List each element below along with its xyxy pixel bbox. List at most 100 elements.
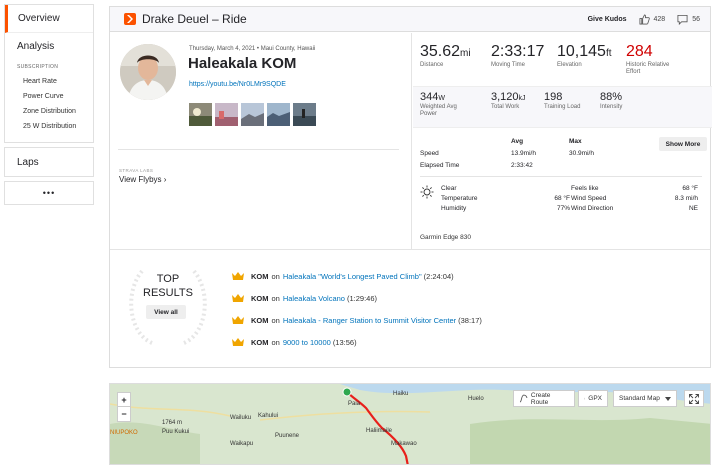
thumbs-up-icon[interactable] — [639, 14, 650, 25]
wind-speed-label: Wind Speed — [571, 195, 607, 202]
power-stats: 344W Weighted Avg Power 3,120kJ Total Wo… — [413, 86, 712, 128]
total-work-unit: kJ — [518, 95, 526, 102]
photo-thumbnail[interactable] — [241, 103, 264, 126]
strava-chevron-icon — [124, 13, 136, 25]
photo-thumbnail[interactable] — [215, 103, 238, 126]
expand-icon — [689, 393, 699, 404]
speed-time-table: Avg Max Speed 13.9mi/h 30.9mi/h Elapsed … — [420, 135, 700, 171]
athlete-photo — [120, 44, 176, 100]
sidebar-item-power-curve[interactable]: Power Curve — [5, 89, 93, 104]
on-text: on — [271, 315, 280, 325]
moving-time-value: 2:33:17 — [491, 43, 545, 60]
map-label: Haiku — [393, 391, 409, 397]
map-label: Puunene — [275, 433, 300, 439]
elapsed-time-value: 2:33:42 — [511, 161, 533, 169]
photo-thumbnail[interactable] — [189, 103, 212, 126]
map-label: Paia — [348, 401, 361, 407]
power-stats-row: 344W Weighted Avg Power 3,120kJ Total Wo… — [420, 91, 650, 118]
map-type-select[interactable]: Standard Map — [613, 390, 677, 407]
zoom-out-button[interactable]: − — [118, 407, 130, 421]
segment-link[interactable]: Haleakala "World's Longest Paved Climb" — [283, 272, 422, 281]
create-route-button[interactable]: Create Route — [513, 390, 575, 407]
photo-thumbnail[interactable] — [267, 103, 290, 126]
map-label: Kahului — [258, 413, 279, 419]
feels-like-label: Feels like — [571, 185, 599, 192]
fullscreen-button[interactable] — [684, 390, 704, 407]
stat-elevation: 10,145ft Elevation — [557, 43, 626, 76]
sidebar-item-zone-distribution[interactable]: Zone Distribution — [5, 104, 93, 119]
view-all-button[interactable]: View all — [146, 305, 186, 319]
table-header-row: Avg Max — [420, 135, 700, 147]
speed-label: Speed — [420, 149, 439, 157]
top-results-line2: RESULTS — [143, 287, 193, 299]
elapsed-time-label: Elapsed Time — [420, 161, 460, 169]
segment-link[interactable]: 9000 to 10000 — [283, 338, 331, 347]
chevron-down-icon — [664, 396, 671, 401]
segment-time: (13:56) — [332, 337, 357, 347]
activity-header: Drake Deuel – Ride Give Kudos 428 56 — [110, 7, 710, 32]
humidity-label: Humidity — [441, 205, 467, 212]
sidebar-item-heart-rate[interactable]: Heart Rate — [5, 74, 93, 89]
activity-date-location: Thursday, March 4, 2021 • Maui County, H… — [189, 46, 316, 52]
wind-speed-value: 8.3 mi/h — [674, 195, 698, 202]
weather-condition: Clear — [441, 185, 457, 192]
description-link[interactable]: https://youtu.be/Nr0LMr9SQDE — [189, 81, 286, 88]
segment-time: (38:17) — [458, 315, 482, 325]
strava-labs-label: STRAVA LABS — [119, 168, 154, 173]
total-work-value: 3,120 — [491, 91, 519, 103]
map-label: Haliimaile — [366, 428, 393, 434]
more-options-button[interactable]: ••• — [4, 181, 94, 205]
view-flybys-link[interactable]: View Flybys › — [119, 175, 166, 184]
stat-relative-effort[interactable]: 284 Historic Relative Effort — [626, 43, 686, 76]
relative-effort-value: 284 — [626, 43, 653, 60]
sun-icon — [420, 185, 434, 199]
crown-icon — [232, 316, 244, 324]
max-header: Max — [569, 137, 582, 145]
show-more-button[interactable]: Show More — [659, 137, 707, 151]
crown-icon — [232, 294, 244, 302]
list-item: KOM on Haleakala - Ranger Station to Sum… — [232, 309, 482, 331]
avatar[interactable] — [120, 44, 176, 100]
activity-title: Haleakala KOM — [188, 55, 297, 72]
table-row: Speed 13.9mi/h 30.9mi/h — [420, 147, 700, 159]
sidebar-item-overview[interactable]: Overview — [5, 5, 93, 33]
top-results-heading: TOP RESULTS — [122, 272, 214, 300]
subscription-heading: SUBSCRIPTION — [17, 64, 59, 70]
zoom-in-button[interactable]: + — [118, 393, 130, 407]
segment-link[interactable]: Haleakala - Ranger Station to Summit Vis… — [283, 316, 456, 325]
map-label: 1764 m — [162, 420, 183, 426]
gpx-download-button[interactable]: GPX — [578, 390, 608, 407]
download-icon — [584, 397, 586, 400]
photo-thumbnail[interactable] — [293, 103, 316, 126]
weighted-power-value: 344 — [420, 91, 439, 103]
wind-direction-label: Wind Direction — [571, 205, 614, 212]
kudos-count[interactable]: 428 — [654, 16, 666, 23]
table-row: Elapsed Time 2:33:42 — [420, 159, 700, 171]
section-divider — [420, 176, 702, 177]
segment-link[interactable]: Haleakala Volcano — [283, 294, 345, 303]
weighted-power-label: Weighted Avg Power — [420, 104, 457, 118]
route-icon — [519, 394, 528, 403]
sidebar-item-25w-distribution[interactable]: 25 W Distribution — [5, 119, 93, 134]
map-label: Puu Kukui — [162, 429, 190, 435]
crown-icon — [232, 338, 244, 346]
route-map[interactable]: + − Haiku Huelo Paia Wailuku Kahului Hal… — [109, 383, 711, 465]
activity-header-title: Drake Deuel – Ride — [142, 12, 247, 26]
sidebar-nav: Overview Analysis SUBSCRIPTION Heart Rat… — [4, 4, 94, 143]
stat-intensity: 88% Intensity — [600, 91, 650, 118]
map-label: NIUPOKO — [110, 430, 138, 436]
total-work-label: Total Work — [491, 104, 520, 110]
sidebar-item-analysis[interactable]: Analysis — [5, 33, 93, 60]
comment-icon[interactable] — [677, 14, 688, 25]
temperature-label: Temperature — [441, 195, 478, 202]
sidebar: Overview Analysis SUBSCRIPTION Heart Rat… — [4, 4, 94, 205]
comment-count[interactable]: 56 — [692, 16, 700, 23]
sidebar-item-laps[interactable]: Laps — [4, 147, 94, 177]
give-kudos-button[interactable]: Give Kudos — [588, 16, 627, 23]
distance-label: Distance — [420, 62, 444, 68]
activity-stats: 35.62mi Distance 2:33:17 Moving Time 10,… — [413, 33, 712, 249]
stat-total-work: 3,120kJ Total Work — [491, 91, 544, 118]
kom-badge: KOM — [251, 271, 269, 281]
avg-header: Avg — [511, 137, 524, 145]
kom-badge: KOM — [251, 293, 269, 303]
